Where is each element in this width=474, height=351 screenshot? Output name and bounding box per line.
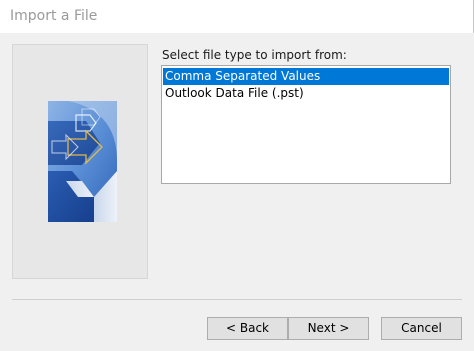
cancel-button[interactable]: Cancel [381,317,462,340]
title-bar[interactable]: Import a File [0,0,474,33]
file-type-item-csv[interactable]: Comma Separated Values [163,68,449,85]
file-type-prompt: Select file type to import from: [162,48,347,62]
footer-separator [12,299,462,300]
next-button[interactable]: Next > [288,317,369,340]
file-type-listbox[interactable]: Comma Separated Values Outlook Data File… [161,65,451,184]
file-type-item-pst[interactable]: Outlook Data File (.pst) [163,85,449,102]
back-button[interactable]: < Back [207,317,288,340]
window-title: Import a File [10,8,98,24]
import-file-dialog: Import a File Select file type to import… [0,0,474,351]
wizard-art-panel [12,44,148,279]
import-wizard-illustration-icon [48,101,117,222]
